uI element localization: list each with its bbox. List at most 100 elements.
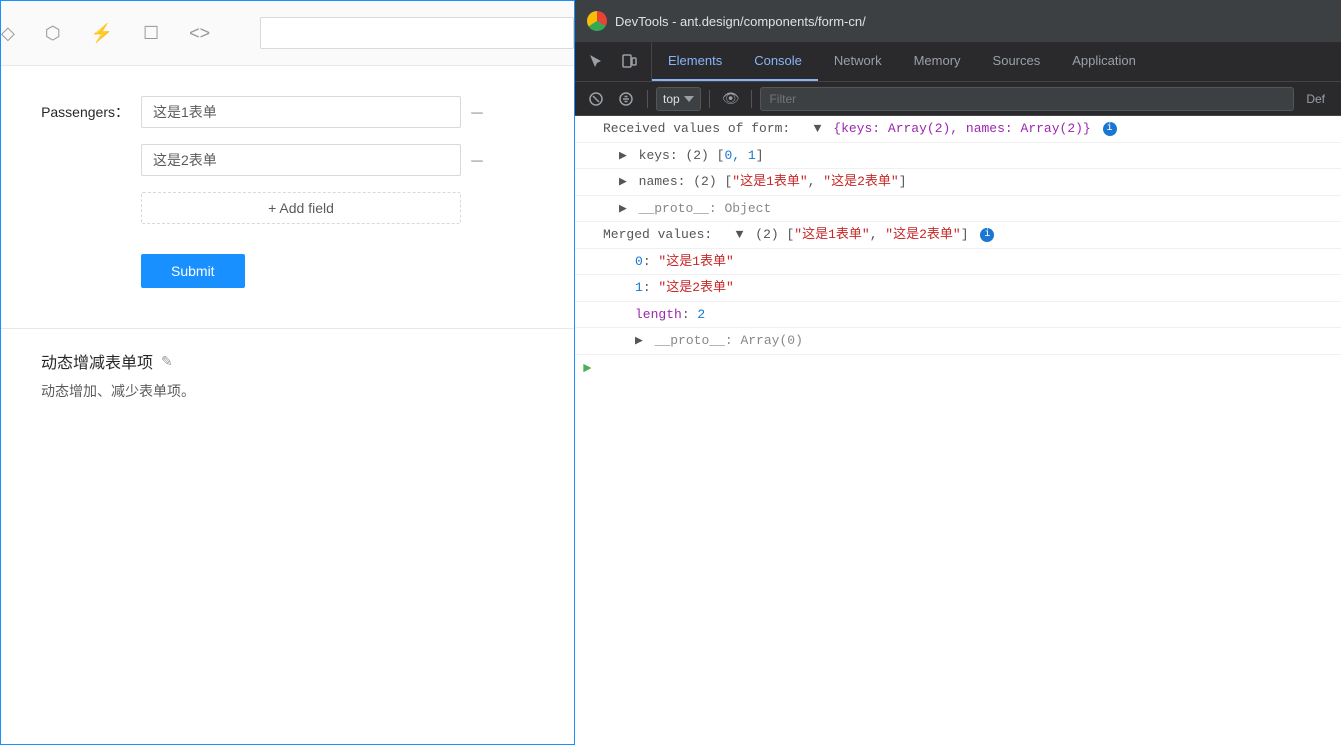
delete-field2-icon[interactable]: － xyxy=(469,148,485,172)
idx0-colon: : xyxy=(643,254,659,269)
keys-label: keys: (2) [ xyxy=(639,148,725,163)
tab-memory[interactable]: Memory xyxy=(898,42,977,81)
tab-network[interactable]: Network xyxy=(818,42,898,81)
merged-val2: "这是2表单" xyxy=(885,227,960,242)
section-title: 动态增减表单项 ✎ xyxy=(41,349,534,373)
names-value2: "这是2表单" xyxy=(823,174,898,189)
eye-icon: 👁 xyxy=(722,90,740,107)
field2-wrapper: － xyxy=(141,144,485,176)
line-gutter-8 xyxy=(615,305,635,307)
devtools-title: DevTools - ant.design/components/form-cn… xyxy=(615,14,866,29)
section-title-text: 动态增减表单项 xyxy=(41,349,153,373)
add-field-button[interactable]: + Add field xyxy=(141,192,461,224)
line-gutter-6 xyxy=(615,252,635,254)
toolbar-divider xyxy=(647,90,648,108)
prompt-arrow: ► xyxy=(583,361,591,377)
expand-arrow-keys[interactable]: ▶ xyxy=(619,148,627,163)
length-key: length xyxy=(635,307,682,322)
names-value1: "这是1表单" xyxy=(732,174,807,189)
line-gutter-3 xyxy=(599,172,619,174)
form-label: Passengers： xyxy=(41,96,141,122)
names-comma: , xyxy=(808,174,824,189)
filter-button[interactable] xyxy=(613,86,639,112)
console-line-proto1: ▶ __proto__: Object xyxy=(575,196,1341,223)
expand-arrow-names[interactable]: ▶ xyxy=(619,174,627,189)
info-icon-1: i xyxy=(1103,122,1117,136)
expand-arrow-1[interactable]: ▼ xyxy=(814,121,822,136)
line-gutter-9 xyxy=(615,331,635,333)
length-val: 2 xyxy=(697,307,705,322)
console-prompt-line[interactable]: ► xyxy=(575,355,1341,383)
line-content-keys: ▶ keys: (2) [0, 1] xyxy=(619,146,1341,166)
line-content-merged: Merged values: ▼ (2) ["这是1表单", "这是2表单"] … xyxy=(603,225,1341,245)
device-toolbar-button[interactable] xyxy=(615,48,643,76)
console-output: Received values of form: ▼ {keys: Array(… xyxy=(575,116,1341,745)
tab-sources[interactable]: Sources xyxy=(977,42,1057,81)
console-line-merged: Merged values: ▼ (2) ["这是1表单", "这是2表单"] … xyxy=(575,222,1341,249)
devtools-titlebar: DevTools - ant.design/components/form-cn… xyxy=(575,0,1341,42)
delete-field1-icon[interactable]: － xyxy=(469,100,485,124)
clear-console-button[interactable] xyxy=(583,86,609,112)
diamond-icon: ◇ xyxy=(1,23,15,44)
console-line-keys: ▶ keys: (2) [0, 1] xyxy=(575,143,1341,170)
received-value: {keys: Array(2), names: Array(2)} xyxy=(833,121,1090,136)
line-content-length: length: 2 xyxy=(635,305,1341,325)
proto2-text: __proto__: Array(0) xyxy=(655,333,803,348)
keys-values: 0, 1 xyxy=(724,148,755,163)
line-gutter-7 xyxy=(615,278,635,280)
context-selector[interactable]: top xyxy=(656,87,701,111)
toolbar-divider-3 xyxy=(751,90,752,108)
console-line-proto2: ▶ __proto__: Array(0) xyxy=(575,328,1341,355)
cube-icon: ⬡ xyxy=(45,23,61,44)
merged-paren: (2) [ xyxy=(755,227,794,242)
tab-elements[interactable]: Elements xyxy=(652,42,738,81)
submit-row: Submit xyxy=(41,254,574,288)
merged-close: ] xyxy=(961,227,969,242)
def-label: Def xyxy=(1298,92,1333,106)
idx0-val: "这是1表单" xyxy=(658,254,733,269)
line-content-names: ▶ names: (2) ["这是1表单", "这是2表单"] xyxy=(619,172,1341,192)
line-content-idx1: 1: "这是2表单" xyxy=(635,278,1341,298)
received-label: Received values of form: xyxy=(603,121,806,136)
devtools-tab-icons xyxy=(575,42,652,81)
console-line-length: length: 2 xyxy=(575,302,1341,329)
chrome-icon xyxy=(587,11,607,31)
clipboard-icon: ☐ xyxy=(143,23,159,44)
line-content-proto2: ▶ __proto__: Array(0) xyxy=(635,331,1341,351)
idx0-key: 0 xyxy=(635,254,643,269)
expand-arrow-proto1[interactable]: ▶ xyxy=(619,201,627,216)
console-line-names: ▶ names: (2) ["这是1表单", "这是2表单"] xyxy=(575,169,1341,196)
toolbar-divider-2 xyxy=(709,90,710,108)
edit-icon[interactable]: ✎ xyxy=(161,353,173,370)
top-toolbar: ◇ ⬡ ⚡ ☐ <> xyxy=(1,1,574,66)
tab-application[interactable]: Application xyxy=(1056,42,1152,81)
idx1-colon: : xyxy=(643,280,659,295)
form-area: Passengers： － － + Add field Submit xyxy=(1,66,574,318)
field1-input[interactable] xyxy=(141,96,461,128)
info-icon-2: i xyxy=(980,228,994,242)
tab-console[interactable]: Console xyxy=(738,42,818,81)
expand-arrow-merged[interactable]: ▼ xyxy=(736,227,744,242)
line-gutter xyxy=(583,119,603,121)
names-label: names: (2) [ xyxy=(639,174,733,189)
bottom-section: 动态增减表单项 ✎ 动态增加、减少表单项。 xyxy=(1,328,574,421)
console-line-idx0: 0: "这是1表单" xyxy=(575,249,1341,276)
line-content-idx0: 0: "这是1表单" xyxy=(635,252,1341,272)
devtools-panel: DevTools - ant.design/components/form-cn… xyxy=(575,0,1341,745)
merged-label: Merged values: xyxy=(603,227,728,242)
lightning-icon: ⚡ xyxy=(91,23,113,44)
line-content-proto1: ▶ __proto__: Object xyxy=(619,199,1341,219)
line-gutter-2 xyxy=(599,146,619,148)
proto1-text: __proto__: Object xyxy=(639,201,772,216)
line-content-received: Received values of form: ▼ {keys: Array(… xyxy=(603,119,1341,139)
idx1-key: 1 xyxy=(635,280,643,295)
passengers-row: Passengers： － － + Add field xyxy=(41,96,574,224)
idx1-val: "这是2表单" xyxy=(658,280,733,295)
filter-input[interactable] xyxy=(760,87,1294,111)
inspect-element-button[interactable] xyxy=(583,48,611,76)
submit-button[interactable]: Submit xyxy=(141,254,245,288)
keys-close: ] xyxy=(756,148,764,163)
field2-input[interactable] xyxy=(141,144,461,176)
expand-arrow-proto2[interactable]: ▶ xyxy=(635,333,643,348)
console-line-received: Received values of form: ▼ {keys: Array(… xyxy=(575,116,1341,143)
